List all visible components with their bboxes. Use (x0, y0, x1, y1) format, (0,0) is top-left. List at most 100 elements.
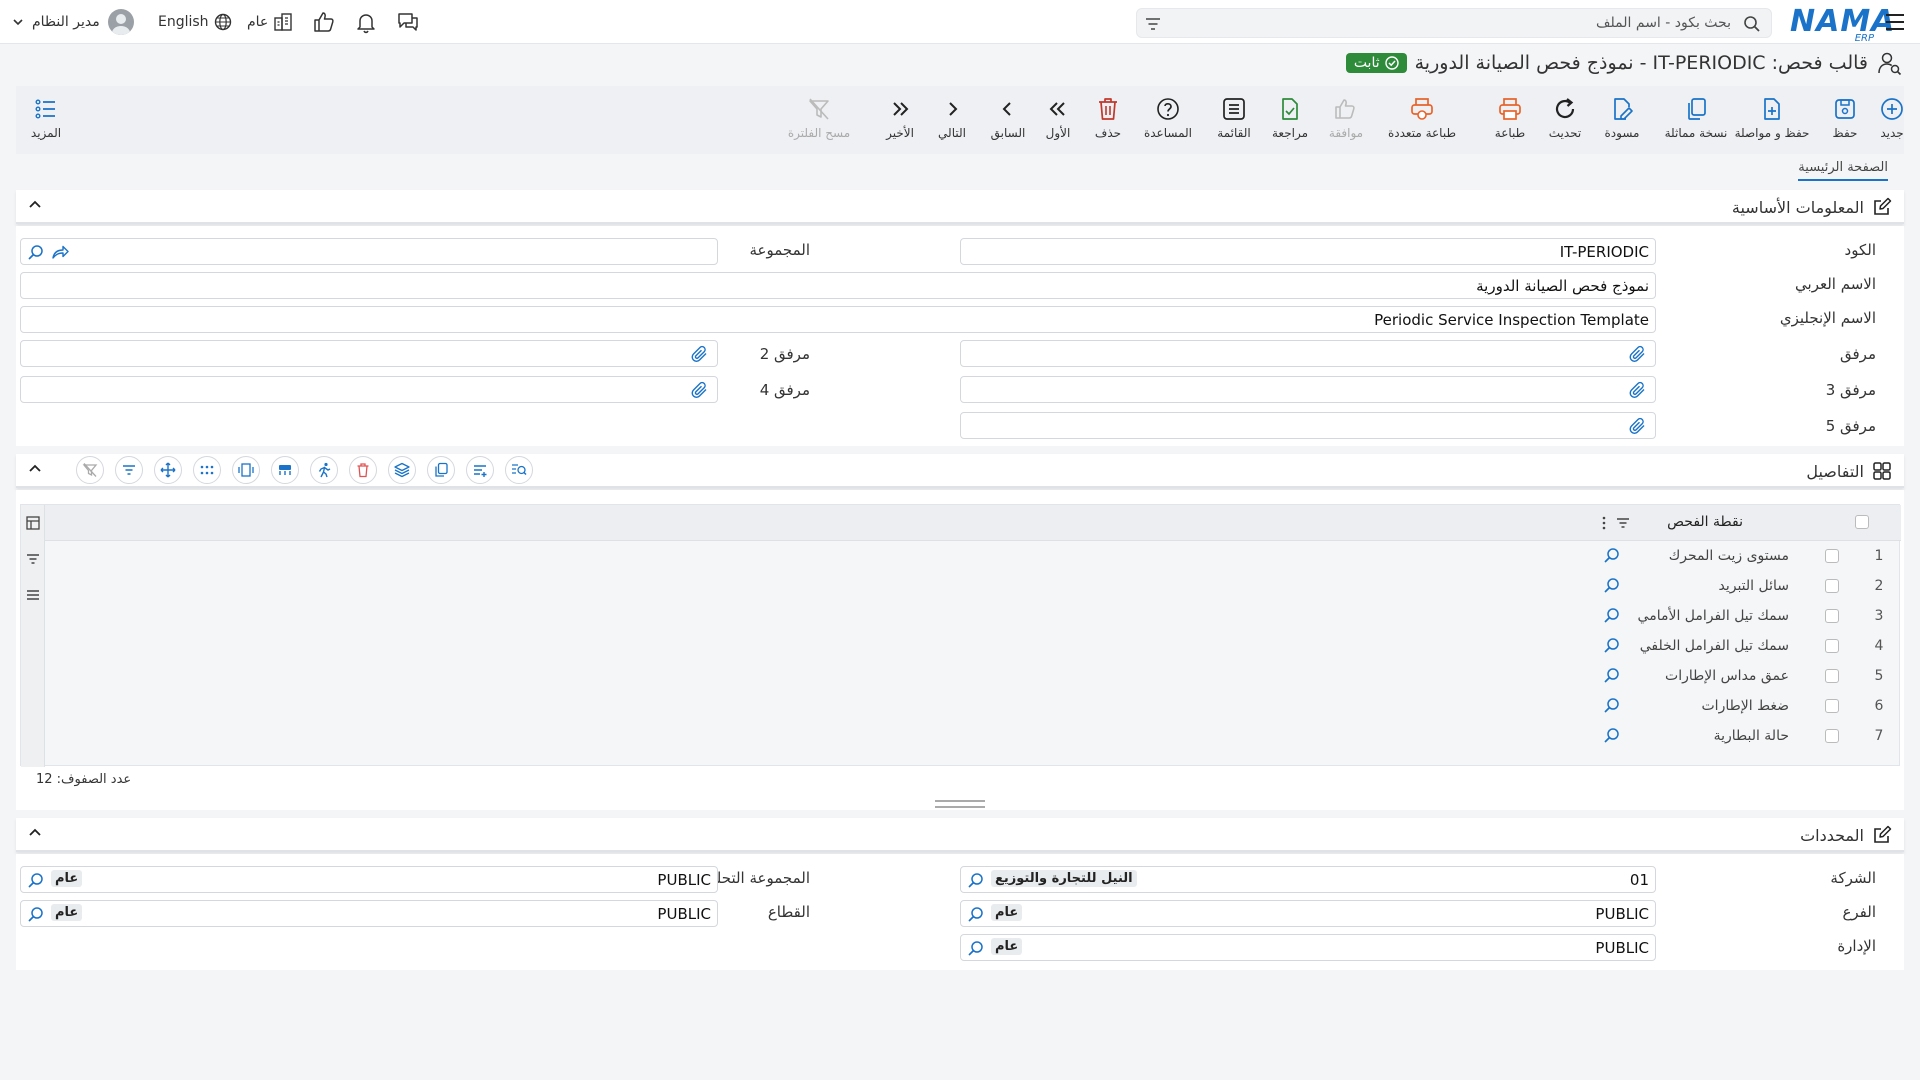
lookup-icon[interactable] (1603, 576, 1621, 594)
filter-lines-icon[interactable] (1145, 16, 1161, 32)
language-switch[interactable]: English (158, 10, 232, 34)
table-row[interactable]: 6 ضغط الإطارات (1589, 691, 1899, 721)
grid-columns-icon[interactable] (232, 456, 260, 484)
print-button[interactable]: طباعة (1480, 96, 1540, 150)
basic-info-header[interactable]: المعلومات الأساسية (16, 190, 1904, 224)
table-row[interactable]: 7 حالة البطارية (1589, 721, 1899, 751)
share-icon[interactable] (51, 243, 69, 261)
grid-filter-off-icon[interactable] (76, 456, 104, 484)
grid-filter-icon[interactable] (115, 456, 143, 484)
save-continue-button[interactable]: حفظ و مواصلة (1735, 96, 1809, 150)
global-search[interactable]: بحث بكود - اسم الملف (1136, 8, 1772, 38)
chevron-up-icon[interactable] (28, 462, 42, 476)
next-button[interactable]: التالي (922, 96, 982, 150)
duplicate-button[interactable]: نسخة مماثلة (1665, 96, 1727, 150)
select-all-checkbox[interactable] (1855, 515, 1869, 529)
grid-dots-icon[interactable] (193, 456, 221, 484)
dimensions-header[interactable]: المحددات (16, 818, 1904, 852)
attachment2-field[interactable] (20, 340, 718, 367)
review-button[interactable]: مراجعة (1260, 96, 1320, 150)
help-button[interactable]: المساعدة (1138, 96, 1198, 150)
attachment4-field[interactable] (20, 376, 718, 403)
grid-move-icon[interactable] (154, 456, 182, 484)
lookup-icon[interactable] (1603, 726, 1621, 744)
attachment3-field[interactable] (960, 376, 1656, 403)
bell-icon[interactable] (354, 10, 378, 34)
paperclip-icon[interactable] (1629, 417, 1647, 435)
grid-copy-icon[interactable] (427, 456, 455, 484)
row-checkbox[interactable] (1825, 729, 1839, 743)
list-button[interactable]: القائمة (1204, 96, 1264, 150)
table-row[interactable]: 5 عمق مداس الإطارات (1589, 661, 1899, 691)
arabic-name-field[interactable]: نموذج فحص الصيانة الدورية (20, 272, 1656, 299)
department-field[interactable]: PUBLIC عام (960, 934, 1656, 961)
paperclip-icon[interactable] (1629, 345, 1647, 363)
draft-button[interactable]: مسودة (1592, 96, 1652, 150)
user-menu[interactable]: مدير النظام (12, 8, 134, 36)
table-settings-icon[interactable] (25, 515, 41, 531)
row-checkbox[interactable] (1825, 669, 1839, 683)
grid-delete-icon[interactable] (349, 456, 377, 484)
sector-field[interactable]: PUBLIC عام (20, 900, 718, 927)
nama-logo[interactable]: NAMA ERP (1790, 4, 1894, 44)
row-checkbox[interactable] (1825, 609, 1839, 623)
analytic-group-field[interactable]: PUBLIC عام (20, 866, 718, 893)
lookup-icon[interactable] (1603, 546, 1621, 564)
clear-filter-label: مسح الفلترة (787, 126, 851, 140)
refresh-button[interactable]: تحديث (1535, 96, 1595, 150)
lookup-icon[interactable] (967, 939, 985, 957)
english-name-field[interactable]: Periodic Service Inspection Template (20, 306, 1656, 333)
lookup-icon[interactable] (967, 905, 985, 923)
column-menu-icon[interactable] (1601, 515, 1607, 531)
code-field[interactable]: IT-PERIODIC (960, 238, 1656, 265)
branch-field[interactable]: PUBLIC عام (960, 900, 1656, 927)
approve-button[interactable]: موافقة (1316, 96, 1376, 150)
grid-layers-icon[interactable] (388, 456, 416, 484)
resize-handle[interactable] (935, 800, 985, 808)
table-row[interactable]: 2 سائل التبريد (1589, 571, 1899, 601)
row-checkbox[interactable] (1825, 579, 1839, 593)
thumbs-up-icon[interactable] (312, 10, 336, 34)
lookup-icon[interactable] (27, 871, 45, 889)
lookup-icon[interactable] (27, 243, 45, 261)
paperclip-icon[interactable] (1629, 381, 1647, 399)
tab-main-page[interactable]: الصفحة الرئيسية (1798, 160, 1888, 181)
multi-print-button[interactable]: طباعة متعددة (1388, 96, 1456, 150)
table-row[interactable]: 1 مستوى زيت المحرك (1589, 541, 1899, 571)
more-button[interactable]: المزيد (16, 96, 76, 150)
save-button[interactable]: حفظ (1815, 96, 1875, 150)
details-header[interactable]: التفاصيل (16, 454, 1904, 488)
lookup-icon[interactable] (1603, 606, 1621, 624)
lookup-icon[interactable] (1603, 696, 1621, 714)
previous-button[interactable]: السابق (978, 96, 1038, 150)
lookup-icon[interactable] (1603, 666, 1621, 684)
paperclip-icon[interactable] (691, 345, 709, 363)
scope-switch[interactable]: عام (247, 10, 293, 34)
group-field[interactable] (20, 238, 718, 265)
grid-search-icon[interactable] (505, 456, 533, 484)
clear-filter-button[interactable]: مسح الفلترة (787, 96, 851, 150)
attachment5-field[interactable] (960, 412, 1656, 439)
chat-icon[interactable] (396, 10, 420, 34)
side-menu-icon[interactable] (25, 587, 41, 603)
table-row[interactable]: 3 سمك تيل الفرامل الأمامي (1589, 601, 1899, 631)
chevron-up-icon[interactable] (28, 198, 42, 212)
grid-add-row-icon[interactable] (466, 456, 494, 484)
grid-run-icon[interactable] (310, 456, 338, 484)
last-button[interactable]: الأخير (870, 96, 930, 150)
column-filter-icon[interactable] (1615, 515, 1631, 531)
row-checkbox[interactable] (1825, 639, 1839, 653)
chevron-up-icon[interactable] (28, 826, 42, 840)
lookup-icon[interactable] (967, 871, 985, 889)
paperclip-icon[interactable] (691, 381, 709, 399)
row-checkbox[interactable] (1825, 549, 1839, 563)
row-checkbox[interactable] (1825, 699, 1839, 713)
grid-table-icon[interactable] (271, 456, 299, 484)
lookup-icon[interactable] (1603, 636, 1621, 654)
company-field[interactable]: 01 النيل للتجارة والتوزيع (960, 866, 1656, 893)
side-filter-icon[interactable] (25, 551, 41, 567)
hamburger-menu-icon[interactable] (1884, 12, 1906, 32)
table-row[interactable]: 4 سمك تيل الفرامل الخلفي (1589, 631, 1899, 661)
attachment-field[interactable] (960, 340, 1656, 367)
lookup-icon[interactable] (27, 905, 45, 923)
